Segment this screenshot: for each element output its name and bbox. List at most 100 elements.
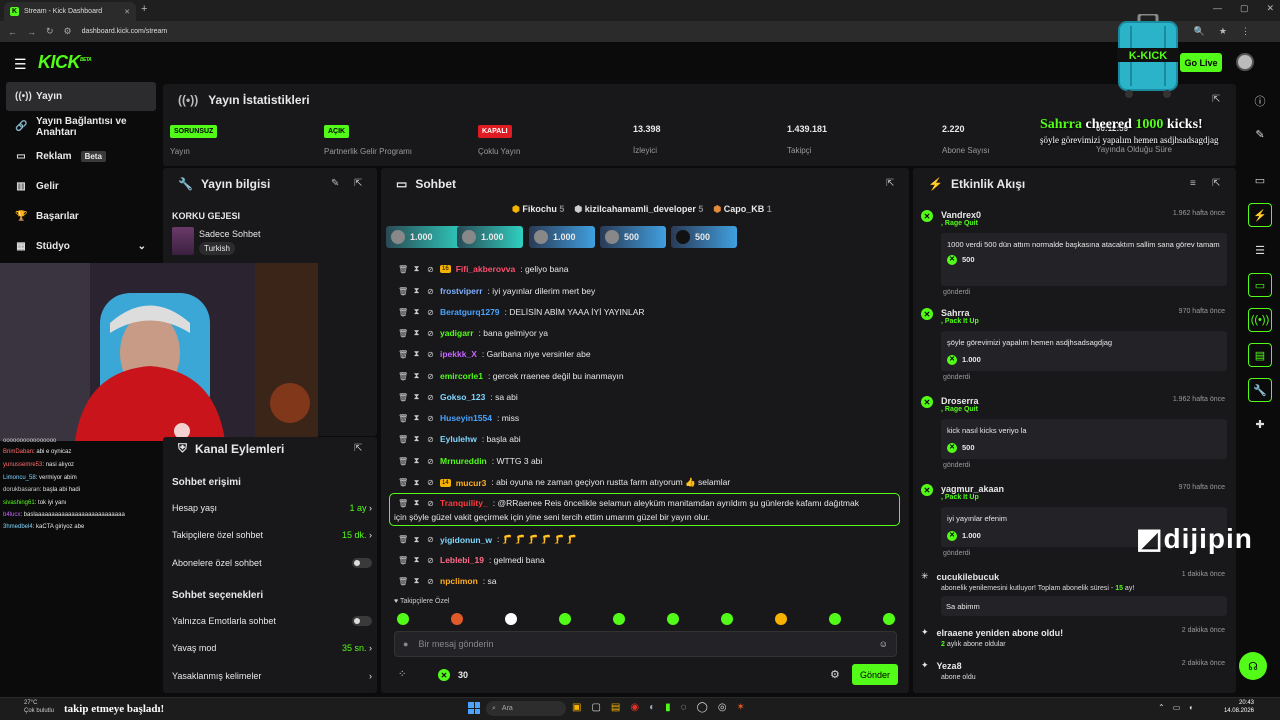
reload-icon[interactable]: ↻	[46, 26, 54, 37]
send-button[interactable]: Gönder	[852, 664, 898, 685]
sidebar-item-achievements[interactable]: 🏆 Başarılar	[6, 202, 156, 231]
chat-message[interactable]: 🗑 ⧗ ⊘ 14 mucur3: abi oyuna ne zaman geçiyon …	[398, 477, 730, 488]
emote[interactable]	[775, 613, 787, 625]
subscription-event[interactable]: ✳ cucukilebucuk 1 dakika önce abonelik ye…	[921, 571, 1233, 616]
volume-icon[interactable]: ◖	[1188, 703, 1193, 712]
hamburger-menu-icon[interactable]: ☰	[14, 56, 27, 73]
settings-gear-icon[interactable]: ⚙	[830, 668, 840, 681]
browser-tab[interactable]: K Stream - Kick Dashboard ✕	[4, 2, 136, 21]
subscription-event[interactable]: ✦ Yeza8 2 dakika önce abone oldu	[921, 660, 1233, 681]
chat-message[interactable]: 🗑 ⧗ ⊘ Leblebi_19: gelmedi bana	[398, 555, 545, 565]
event-item[interactable]: ✕ Droserra, Rage Quit 1.962 hafta önce ki…	[921, 396, 1233, 469]
gift-pill[interactable]: 1.000	[529, 226, 595, 248]
network-icon[interactable]: ▭	[1173, 703, 1181, 712]
chat-message[interactable]: 🗑 ⧗ ⊘ emircorle1: gercek rraenee değil bu i…	[398, 371, 624, 381]
popout-icon[interactable]: ⇱	[1212, 94, 1220, 105]
new-tab-icon[interactable]: +	[141, 3, 147, 15]
subscribers-only-toggle[interactable]	[352, 558, 372, 568]
app-icon[interactable]: ◌	[681, 702, 687, 713]
windows-start-icon[interactable]	[468, 702, 480, 714]
popout-icon[interactable]: ⇱	[886, 178, 894, 189]
banned-words-row[interactable]: Yasaklanmış kelimeler ›	[172, 671, 372, 681]
back-icon[interactable]: ←	[8, 27, 17, 37]
popout-icon[interactable]: ⇱	[354, 178, 362, 189]
app-icon[interactable]: ◎	[718, 702, 727, 713]
puzzle-icon[interactable]: ✚	[1248, 412, 1272, 436]
go-live-button[interactable]: Go Live	[1180, 53, 1222, 72]
zoom-icon[interactable]: 🔍	[1194, 26, 1205, 37]
channel-points[interactable]: ✕ 30	[438, 669, 468, 681]
stats-icon[interactable]: ▭	[1248, 168, 1272, 192]
chrome-icon[interactable]: ◉	[630, 702, 639, 713]
forward-icon[interactable]: →	[27, 27, 36, 37]
event-item[interactable]: ✕ Vandrex0, Rage Quit 1.962 hafta önce 10…	[921, 210, 1233, 296]
app-icon[interactable]: ▣	[572, 702, 581, 713]
sidebar-item-studio[interactable]: ▦ Stüdyo ⌄	[6, 232, 156, 261]
emoji-icon[interactable]: ☺	[879, 639, 888, 649]
close-window-icon[interactable]: ✕	[1266, 3, 1274, 14]
list-icon[interactable]: ☰	[1248, 238, 1272, 262]
lightning-icon[interactable]: ⚡	[1248, 203, 1272, 227]
emote-only-toggle[interactable]	[352, 616, 372, 626]
subscription-event[interactable]: ✦ elraaene yeniden abone oldu! 2 dakika ö…	[921, 627, 1233, 648]
wrench-icon[interactable]: 🔧	[1248, 378, 1272, 402]
chat-message[interactable]: 🗑 ⧗ ⊘ npclimon: sa	[398, 576, 496, 586]
edit-icon[interactable]: ✎	[331, 178, 339, 189]
support-headset-icon[interactable]: ☊	[1239, 652, 1267, 680]
app-icon[interactable]: ▮	[665, 702, 671, 713]
chat-message[interactable]: 🗑 ⧗ ⊘ Beratgurq1279: DELİSİN ABİM YAAA İYİ …	[398, 307, 645, 317]
emote[interactable]	[721, 613, 733, 625]
sidebar-item-revenue[interactable]: ▥ Gelir	[6, 172, 156, 201]
broadcast-icon[interactable]: ((•))	[1248, 308, 1272, 332]
emote[interactable]	[505, 613, 517, 625]
chat-message[interactable]: 🗑 ⧗ ⊘ yadigarr: bana gelmiyor ya	[398, 328, 548, 338]
app-icon[interactable]: ▤	[611, 702, 620, 713]
event-item[interactable]: ✕ Sahrra, Pack It Up 970 hafta önce şöyle…	[921, 308, 1233, 381]
chat-options-icon[interactable]: ⁘	[398, 669, 406, 680]
system-clock[interactable]: 20:43 14.08.2026	[1224, 699, 1254, 715]
url-field[interactable]: dashboard.kick.com/stream	[82, 28, 168, 35]
avatar[interactable]	[1236, 53, 1254, 71]
browser-menu-icon[interactable]: ⋮	[1241, 26, 1250, 37]
emote[interactable]	[883, 613, 895, 625]
chat-message[interactable]: 🗑 ⧗ ⊘ Mrnureddin: WTTG 3 abi	[398, 456, 542, 466]
chat-message[interactable]: 🗑 ⧗ ⊘ frostviperr: iyi yayınlar dilerim mer…	[398, 286, 595, 296]
emote[interactable]	[451, 613, 463, 625]
chat-message[interactable]: 🗑 ⧗ ⊘ Huseyin1554: miss	[398, 413, 519, 423]
weather-widget[interactable]: 27°C Çok bulutlu	[24, 699, 54, 715]
popout-icon[interactable]: ⇱	[1212, 178, 1220, 189]
close-tab-icon[interactable]: ✕	[124, 8, 130, 16]
emote[interactable]	[829, 613, 841, 625]
app-icon[interactable]: ◯	[697, 702, 708, 713]
chat-icon[interactable]: ▭	[1248, 273, 1272, 297]
bookmark-star-icon[interactable]: ★	[1219, 26, 1227, 37]
sidebar-item-stream[interactable]: ((•)) Yayın	[6, 82, 156, 111]
app-icon[interactable]: ▢	[591, 702, 600, 713]
followers-only-row[interactable]: Takipçilere özel sohbet 15 dk. ›	[172, 530, 372, 540]
storage-icon[interactable]: ▤	[1248, 343, 1272, 367]
sidebar-item-ads[interactable]: ▭ Reklam Beta	[6, 142, 156, 171]
maximize-icon[interactable]: ▢	[1240, 3, 1249, 14]
chat-message[interactable]: 🗑 ⧗ ⊘ Eylulehw: başla abi	[398, 434, 521, 444]
emote[interactable]	[397, 613, 409, 625]
top-gifter[interactable]: ⬢ Capo_KB 1	[713, 204, 771, 215]
top-gifter[interactable]: ⬢ kizilcahamamli_developer 5	[574, 204, 703, 215]
chat-message[interactable]: 🗑 ⧗ ⊘ ipekkk_X: Garibana niye versinler abe	[398, 349, 591, 359]
steam-icon[interactable]: ◐	[649, 702, 655, 713]
chat-message[interactable]: 🗑 ⧗ ⊘ Gokso_123: sa abi	[398, 392, 518, 402]
edit-icon[interactable]: ✎	[1248, 122, 1272, 146]
top-gifter[interactable]: ⬢ Fikochu 5	[512, 204, 564, 215]
emote[interactable]	[667, 613, 679, 625]
minimize-icon[interactable]: —	[1213, 3, 1222, 14]
account-age-row[interactable]: Hesap yaşı 1 ay ›	[172, 503, 372, 513]
info-icon[interactable]: ⓘ	[1248, 89, 1272, 113]
kick-logo[interactable]: KICKBETA	[38, 52, 92, 73]
app-icon[interactable]: ✶	[737, 702, 745, 713]
emote[interactable]	[559, 613, 571, 625]
site-info-icon[interactable]: ⚙	[64, 26, 72, 37]
popout-icon[interactable]: ⇱	[354, 443, 362, 454]
chat-message[interactable]: 🗑 ⧗ ⊘ 16 Fifi_akberovva: geliyo bana	[398, 264, 568, 274]
chat-message[interactable]: 🗑 ⧗ ⊘ yigidonun_w: 🦵 🦵 🦵 🦵 🦵 🦵	[398, 534, 577, 545]
gift-pill[interactable]: 500	[600, 226, 666, 248]
filter-icon[interactable]: ≡	[1190, 178, 1196, 189]
